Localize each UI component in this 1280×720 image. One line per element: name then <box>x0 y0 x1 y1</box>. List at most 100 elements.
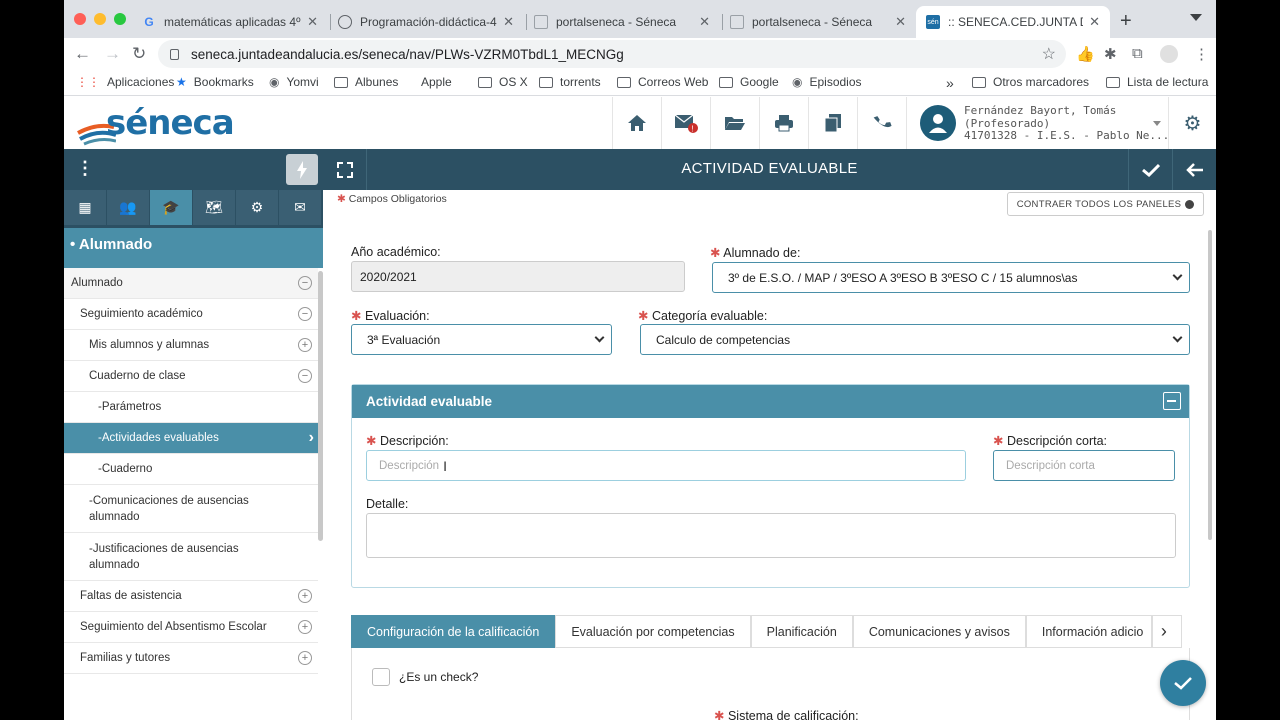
documents-button[interactable] <box>808 97 857 149</box>
descripcion-input[interactable]: Descripción I <box>366 450 966 481</box>
folder-button[interactable] <box>710 97 759 149</box>
sidebar-item-cuaderno[interactable]: -Cuaderno <box>64 454 318 485</box>
tab-search-icon[interactable] <box>1190 14 1202 21</box>
descripcion-corta-input[interactable]: Descripción corta <box>993 450 1175 481</box>
close-tab-icon[interactable]: ✕ <box>307 14 318 30</box>
globe-icon: ◉ <box>792 75 803 89</box>
minimize-window-button[interactable] <box>94 13 106 25</box>
building-icon[interactable]: ▦ <box>64 190 106 225</box>
expand-icon[interactable]: + <box>298 589 312 603</box>
categoria-select[interactable]: Calculo de competencias <box>640 324 1190 355</box>
bookmark-correos[interactable]: Correos Web <box>617 75 708 89</box>
collapse-icon[interactable]: − <box>298 307 312 321</box>
bookmark-episodios[interactable]: ◉ Episodios <box>792 75 862 89</box>
sidebar-item-seguimiento[interactable]: Seguimiento académico − <box>64 299 318 330</box>
save-fab-button[interactable] <box>1160 660 1206 706</box>
chevron-right-icon[interactable]: › <box>1151 615 1182 648</box>
print-button[interactable] <box>759 97 808 149</box>
expand-icon[interactable]: + <box>298 620 312 634</box>
tab-comunicaciones[interactable]: Comunicaciones y avisos <box>852 615 1026 648</box>
sidebar-item-mis-alumnos[interactable]: Mis alumnos y alumnas + <box>64 330 318 361</box>
reload-icon[interactable]: ↻ <box>132 44 146 64</box>
collapse-icon[interactable]: − <box>298 276 312 290</box>
cogs-icon[interactable]: ⚙ <box>236 190 278 225</box>
sidebar-item-parametros[interactable]: -Parámetros <box>64 392 318 423</box>
tab-evaluacion-competencias[interactable]: Evaluación por competencias <box>555 615 751 648</box>
extensions-icon[interactable]: ✱ <box>1104 45 1117 63</box>
es-check-checkbox[interactable] <box>372 668 390 686</box>
bookmark-torrents[interactable]: torrents <box>539 75 601 89</box>
browser-tab[interactable]: Programación-didáctica-4 ✕ <box>328 6 524 38</box>
sidebar-item-justificaciones[interactable]: -Justificaciones de ausencias alumnado <box>64 533 318 581</box>
forward-icon[interactable]: → <box>104 44 121 64</box>
tab-title: portalseneca - Séneca <box>556 15 677 29</box>
evaluacion-select[interactable]: 3ª Evaluación <box>351 324 612 355</box>
zoom-window-button[interactable] <box>114 13 126 25</box>
home-button[interactable] <box>612 97 661 149</box>
descripcion-placeholder: Descripción <box>379 459 440 472</box>
back-button[interactable] <box>1172 149 1216 190</box>
user-dropdown-icon[interactable] <box>1153 121 1161 126</box>
collapse-icon[interactable]: − <box>298 369 312 383</box>
browser-tab-active[interactable]: sén :: SENECA.CED.JUNTA DE ✕ <box>916 6 1110 38</box>
bookmark-albunes[interactable]: Albunes <box>334 75 398 89</box>
settings-button[interactable]: ⚙ <box>1168 97 1216 149</box>
thumbs-up-extension-icon[interactable]: 👍 <box>1076 45 1095 63</box>
bookmark-bookmarks[interactable]: ★ Bookmarks <box>176 75 254 89</box>
sidebar-item-comunicaciones[interactable]: -Comunicaciones de ausencias alumnado <box>64 485 318 533</box>
alumnado-select[interactable]: 3º de E.S.O. / MAP / 3ºESO A 3ºESO B 3ºE… <box>712 262 1190 293</box>
bookmark-google[interactable]: Google <box>719 75 779 89</box>
browser-tab[interactable]: portalseneca - Séneca ✕ <box>720 6 916 38</box>
new-tab-icon[interactable]: + <box>1120 10 1132 33</box>
phone-button[interactable] <box>857 97 906 149</box>
expand-icon[interactable]: + <box>298 338 312 352</box>
expand-icon[interactable]: + <box>298 651 312 665</box>
sidebar-item-label: Familias y tutores <box>80 652 171 664</box>
vertical-dots-icon[interactable]: ⋮ <box>76 158 94 179</box>
sidebar-item-label: -Justificaciones de ausencias alumnado <box>89 542 239 571</box>
collapse-all-panels-button[interactable]: CONTRAER TODOS LOS PANELES <box>1007 192 1204 216</box>
sidebar-item-actividades[interactable]: -Actividades evaluables › <box>64 423 318 454</box>
close-tab-icon[interactable]: ✕ <box>503 14 514 30</box>
bookmark-other[interactable]: Otros marcadores <box>972 75 1089 89</box>
collapse-all-label: CONTRAER TODOS LOS PANELES <box>1016 198 1182 210</box>
bookmark-yomvi[interactable]: ◉ Yomvi <box>269 75 319 89</box>
browser-tab[interactable]: portalseneca - Séneca ✕ <box>524 6 720 38</box>
accept-button[interactable] <box>1128 149 1172 190</box>
users-icon[interactable]: 👥 <box>107 190 149 225</box>
more-menu-icon[interactable]: ⋮ <box>1194 45 1209 63</box>
back-icon[interactable]: ← <box>74 44 91 64</box>
user-profile[interactable]: Fernández Bayort, Tomás (Profesorado) 41… <box>920 104 1169 143</box>
address-bar[interactable]: seneca.juntadeandalucia.es/seneca/nav/PL… <box>158 40 1066 68</box>
bookmark-apple[interactable]: Apple <box>414 75 452 89</box>
bookmark-apps[interactable]: ⋮⋮ Aplicaciones <box>76 75 174 89</box>
main-scrollbar[interactable] <box>1208 230 1212 540</box>
close-tab-icon[interactable]: ✕ <box>1089 14 1100 30</box>
mail-alert-icon[interactable]: ✉ <box>279 190 321 225</box>
bookmarks-overflow-icon[interactable]: » <box>946 75 954 91</box>
cast-icon[interactable]: ⧉ <box>1132 45 1143 62</box>
tab-planificacion[interactable]: Planificación <box>750 615 853 648</box>
profile-icon[interactable] <box>1160 45 1178 63</box>
reading-list[interactable]: Lista de lectura <box>1106 75 1208 89</box>
sidebar-item-alumnado[interactable]: Alumnado − <box>64 268 318 299</box>
close-tab-icon[interactable]: ✕ <box>895 14 906 30</box>
sidebar-item-familias[interactable]: Familias y tutores + <box>64 643 318 674</box>
detalle-textarea[interactable] <box>366 513 1176 558</box>
sidebar-item-cuaderno-clase[interactable]: Cuaderno de clase − <box>64 361 318 392</box>
bookmark-star-icon[interactable]: ☆ <box>1042 44 1056 64</box>
tab-configuracion[interactable]: Configuración de la calificación <box>351 615 556 648</box>
quick-access-button[interactable] <box>286 154 318 185</box>
graduation-cap-icon[interactable]: 🎓 <box>150 190 192 225</box>
close-window-button[interactable] <box>74 13 86 25</box>
browser-tab[interactable]: G matemáticas aplicadas 4º E ✕ <box>132 6 328 38</box>
tab-informacion[interactable]: Información adicio <box>1025 615 1152 648</box>
collapse-panel-icon[interactable] <box>1163 392 1181 410</box>
map-icon[interactable]: 🗺 <box>193 190 235 225</box>
sidebar-item-faltas[interactable]: Faltas de asistencia + <box>64 581 318 612</box>
bookmark-osx[interactable]: OS X <box>478 75 528 89</box>
seneca-logo[interactable]: séneca <box>76 103 235 146</box>
close-tab-icon[interactable]: ✕ <box>699 14 710 30</box>
mail-button[interactable]: ! <box>661 97 710 149</box>
sidebar-item-absentismo[interactable]: Seguimiento del Absentismo Escolar + <box>64 612 318 643</box>
